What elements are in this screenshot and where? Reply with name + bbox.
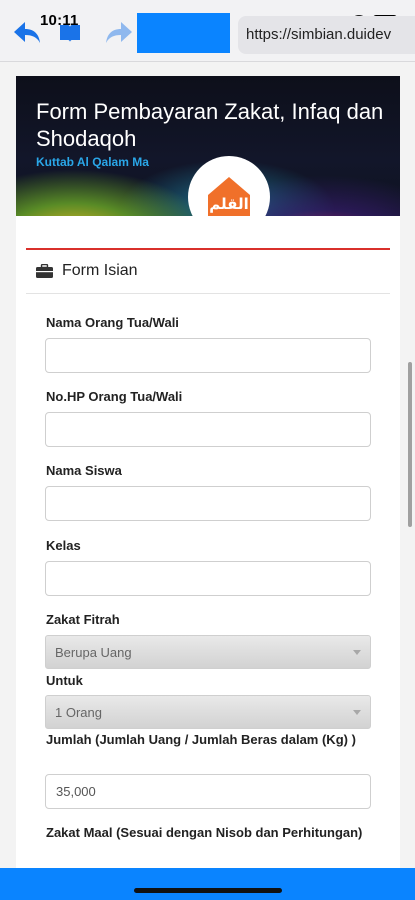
untuk-select[interactable]: 1 Orang xyxy=(45,695,371,729)
logo-text: القلم xyxy=(209,196,249,213)
school-logo: القلم xyxy=(188,156,270,216)
nama-ortu-label: Nama Orang Tua/Wali xyxy=(46,315,179,330)
untuk-label: Untuk xyxy=(46,673,83,688)
zakat-fitrah-label: Zakat Fitrah xyxy=(46,612,120,627)
browser-toolbar: 10:11 https://simbian.duidev xyxy=(0,0,415,62)
form-card: Form Isian Nama Orang Tua/Wali No.HP Ora… xyxy=(16,216,400,876)
jumlah-label: Jumlah (Jumlah Uang / Jumlah Beras dalam… xyxy=(46,732,356,747)
home-indicator[interactable] xyxy=(134,888,282,893)
nama-ortu-input[interactable] xyxy=(45,338,371,373)
page-scrollbar[interactable] xyxy=(408,362,412,527)
chevron-down-icon xyxy=(353,710,361,715)
nama-siswa-label: Nama Siswa xyxy=(46,463,122,478)
page-title: Form Pembayaran Zakat, Infaq dan Shodaqo… xyxy=(36,99,384,151)
tab-indicator-block[interactable] xyxy=(137,13,230,53)
zakat-fitrah-selected: Berupa Uang xyxy=(55,645,132,660)
school-name: Kuttab Al Qalam Ma xyxy=(36,155,149,169)
book-icon[interactable] xyxy=(58,22,82,44)
web-page: Form Pembayaran Zakat, Infaq dan Shodaqo… xyxy=(0,62,415,876)
form-header: Form Isian xyxy=(26,250,390,294)
form-title: Form Isian xyxy=(62,262,138,279)
kelas-label: Kelas xyxy=(46,538,81,553)
hp-ortu-label: No.HP Orang Tua/Wali xyxy=(46,389,183,404)
kelas-input[interactable] xyxy=(45,561,371,596)
logo-house-icon: القلم xyxy=(206,175,252,216)
url-bar[interactable]: https://simbian.duidev xyxy=(238,16,415,54)
zakat-maal-label: Zakat Maal (Sesuai dengan Nisob dan Perh… xyxy=(46,825,363,840)
briefcase-icon xyxy=(36,264,53,278)
hp-ortu-input[interactable] xyxy=(45,412,371,447)
header-banner: Form Pembayaran Zakat, Infaq dan Shodaqo… xyxy=(16,76,400,216)
jumlah-input[interactable] xyxy=(45,774,371,809)
chevron-down-icon xyxy=(353,650,361,655)
zakat-fitrah-select[interactable]: Berupa Uang xyxy=(45,635,371,669)
back-arrow-icon[interactable] xyxy=(12,20,42,46)
forward-arrow-icon[interactable] xyxy=(104,20,134,46)
bottom-bar xyxy=(0,868,415,900)
screen: 10:11 https://simbian.duidev Form Pembay… xyxy=(0,0,415,900)
untuk-selected: 1 Orang xyxy=(55,705,102,720)
nama-siswa-input[interactable] xyxy=(45,486,371,521)
